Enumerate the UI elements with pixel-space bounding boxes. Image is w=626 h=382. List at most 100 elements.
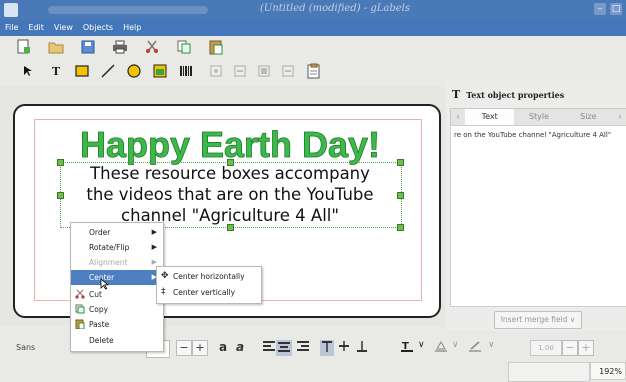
print-icon — [113, 40, 127, 54]
line-color-icon[interactable] — [468, 340, 482, 354]
image-icon — [153, 64, 167, 78]
tab-scroll-left[interactable]: ‹ — [451, 109, 465, 125]
tab-scroll-right[interactable]: › — [613, 109, 626, 125]
italic-icon[interactable]: a — [234, 340, 246, 354]
merge-tool-2[interactable] — [230, 61, 250, 81]
open-icon — [48, 42, 64, 54]
context-item-cut[interactable]: Cut — [71, 287, 163, 302]
menu-objects[interactable]: Objects — [78, 20, 118, 36]
new-button[interactable] — [14, 37, 34, 57]
paste-button[interactable] — [206, 37, 226, 57]
maximize-button[interactable]: □ — [610, 3, 622, 15]
center-vertical-icon: ‡ — [161, 287, 166, 297]
tab-text[interactable]: Text — [465, 109, 515, 125]
context-item-order[interactable]: Order ▶ — [71, 225, 163, 240]
submenu-arrow-icon: ▶ — [151, 243, 157, 251]
cut-button[interactable] — [142, 37, 162, 57]
menubar: File Edit View Objects Help — [0, 20, 626, 36]
context-item-copy-label: Copy — [89, 305, 109, 314]
cut-icon — [146, 40, 158, 53]
context-item-delete[interactable]: Delete — [71, 333, 163, 348]
insert-merge-field-button[interactable]: Insert merge field ∨ — [494, 311, 582, 329]
cut-icon — [75, 289, 85, 299]
new-icon — [17, 39, 30, 54]
ellipse-tool[interactable] — [124, 61, 144, 81]
text-tool[interactable]: T — [46, 61, 66, 81]
print-button[interactable] — [110, 37, 130, 57]
properties-tool[interactable] — [304, 61, 324, 81]
merge-field-icon-1 — [210, 65, 222, 77]
align-center-icon[interactable] — [276, 340, 292, 356]
merge-tool-3[interactable] — [254, 61, 274, 81]
context-item-alignment[interactable]: Alignment ▶ — [71, 255, 163, 270]
ellipse-icon — [127, 64, 141, 78]
submenu-item-center-vertically[interactable]: ‡ Center vertically — [157, 285, 261, 300]
submenu-item-center-vertically-label: Center vertically — [173, 288, 236, 297]
line-tool[interactable] — [98, 61, 118, 81]
menu-help[interactable]: Help — [118, 20, 146, 36]
resize-handle-e[interactable] — [397, 192, 404, 199]
submenu-item-center-horizontally[interactable]: ✥ Center horizontally — [157, 269, 261, 284]
resize-handle-nw[interactable] — [57, 159, 64, 166]
align-left-icon[interactable] — [262, 340, 276, 354]
text-content-field[interactable]: re on the YouTube channel "Agriculture 4… — [450, 125, 626, 307]
menu-view[interactable]: View — [49, 20, 78, 36]
menu-edit[interactable]: Edit — [23, 20, 49, 36]
properties-icon — [307, 63, 320, 79]
merge-field-icon-2 — [234, 65, 246, 77]
line-spacing-field[interactable]: 1.00 — [530, 340, 562, 356]
box-tool[interactable] — [72, 61, 92, 81]
copy-icon — [75, 304, 85, 314]
text-color-dropdown-icon[interactable]: ∨ — [418, 340, 425, 350]
context-item-copy[interactable]: Copy — [71, 302, 163, 317]
valign-middle-icon[interactable] — [338, 340, 350, 354]
line-color-dropdown-icon[interactable]: ∨ — [488, 340, 495, 350]
save-icon — [81, 40, 95, 54]
body-line-2: the videos that are on the YouTube — [86, 185, 374, 204]
context-item-paste[interactable]: Paste — [71, 317, 163, 332]
text-object-icon: T — [452, 88, 461, 101]
context-item-rotate-flip-label: Rotate/Flip — [89, 243, 130, 252]
context-item-paste-label: Paste — [89, 320, 110, 329]
properties-title: Text object properties — [466, 90, 565, 100]
valign-bottom-icon[interactable] — [356, 340, 368, 354]
copy-button[interactable] — [174, 37, 194, 57]
resize-handle-w[interactable] — [57, 192, 64, 199]
rectangle-icon — [75, 65, 89, 77]
resize-handle-se[interactable] — [397, 224, 404, 231]
merge-tool-4[interactable] — [278, 61, 298, 81]
text-content-value: re on the YouTube channel "Agriculture 4… — [454, 131, 612, 139]
minimize-button[interactable]: – — [594, 3, 606, 15]
valign-top-icon[interactable] — [320, 340, 334, 356]
barcode-tool[interactable] — [176, 61, 196, 81]
center-horizontal-icon: ✥ — [161, 271, 169, 281]
svg-text:a: a — [236, 340, 244, 352]
context-item-alignment-label: Alignment — [89, 258, 128, 267]
save-button[interactable] — [78, 37, 98, 57]
context-item-order-label: Order — [89, 228, 111, 237]
arrow-tool[interactable] — [18, 61, 38, 81]
font-size-decrease-button[interactable]: − — [176, 340, 192, 356]
menu-file[interactable]: File — [0, 20, 23, 36]
resize-handle-n[interactable] — [227, 159, 234, 166]
font-size-increase-button[interactable]: + — [192, 340, 208, 356]
tab-size[interactable]: Size — [564, 109, 613, 125]
image-tool[interactable] — [150, 61, 170, 81]
text-color-icon[interactable]: T — [400, 340, 414, 354]
context-item-rotate-flip[interactable]: Rotate/Flip ▶ — [71, 240, 163, 255]
fill-color-icon[interactable] — [434, 340, 448, 354]
tab-style[interactable]: Style — [514, 109, 563, 125]
context-item-center[interactable]: Center ▶ — [71, 270, 163, 285]
merge-field-icon-4 — [282, 65, 294, 77]
align-right-icon[interactable] — [296, 340, 310, 354]
resize-handle-s[interactable] — [227, 224, 234, 231]
resize-handle-ne[interactable] — [397, 159, 404, 166]
body-text: These resource boxes accompany the video… — [60, 163, 400, 226]
app-icon — [4, 3, 18, 17]
line-spacing-decrease-button[interactable]: − — [562, 340, 578, 356]
line-spacing-increase-button[interactable]: + — [578, 340, 594, 356]
open-button[interactable] — [46, 37, 66, 57]
merge-tool-1[interactable] — [206, 61, 226, 81]
bold-icon[interactable]: a — [218, 340, 230, 354]
fill-color-dropdown-icon[interactable]: ∨ — [452, 340, 459, 350]
